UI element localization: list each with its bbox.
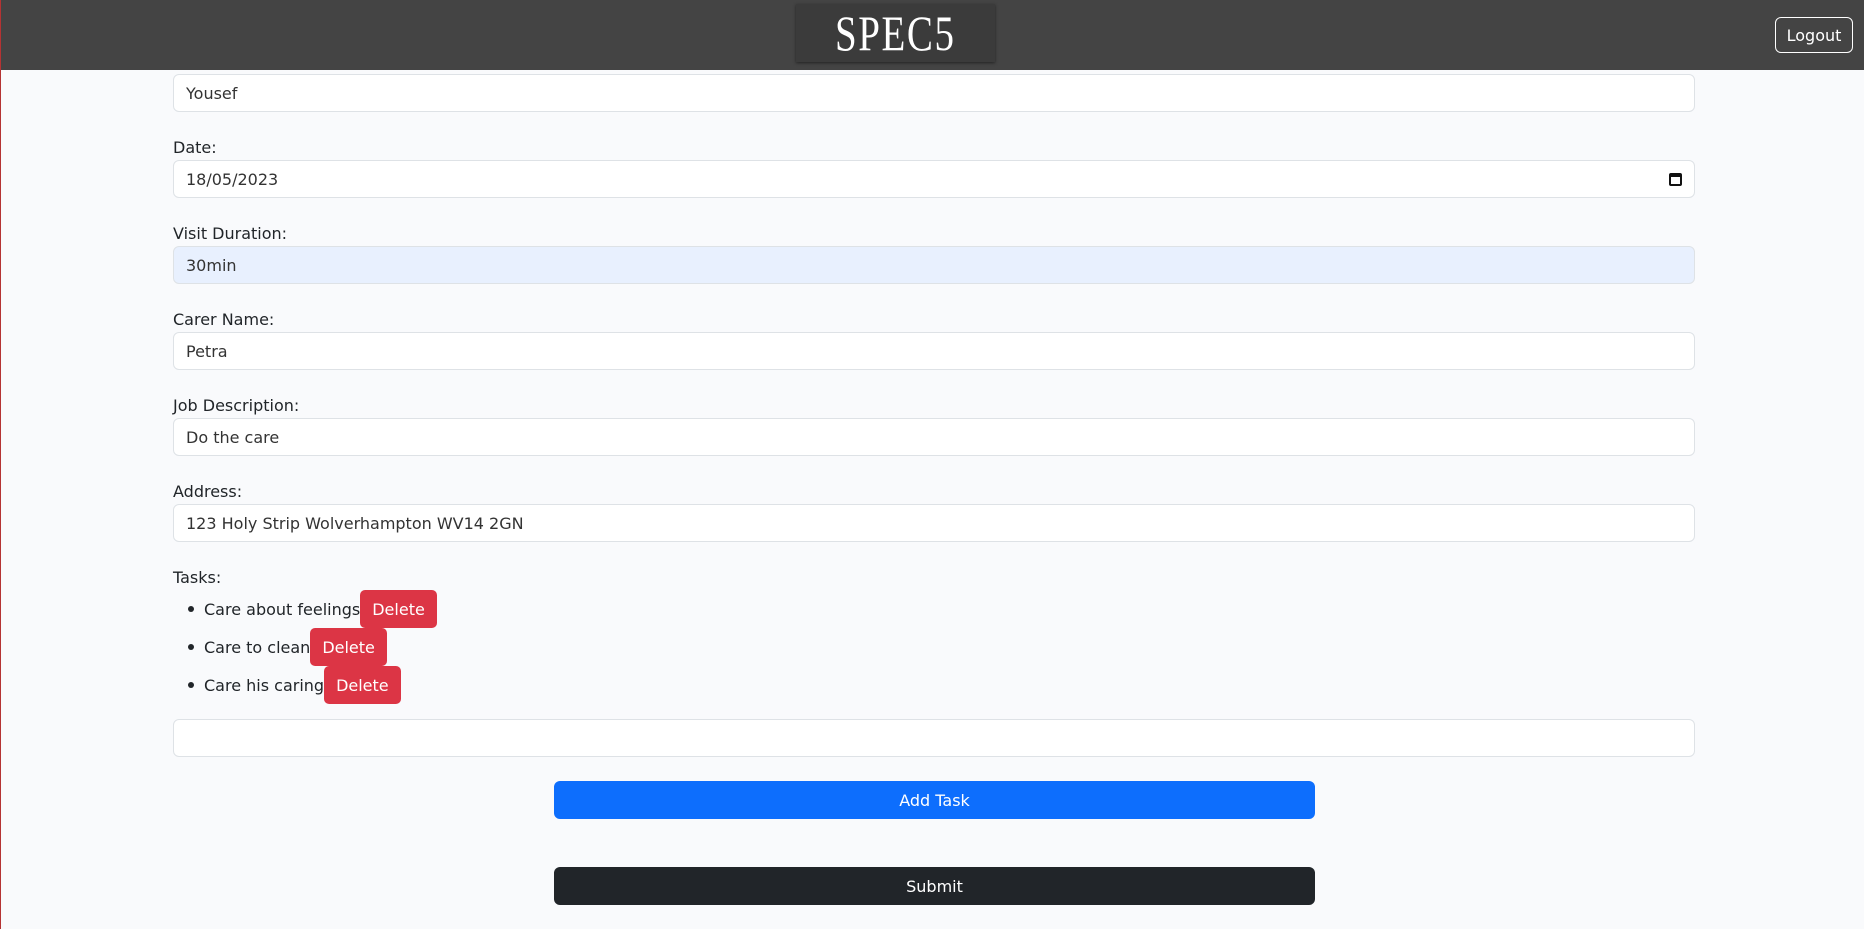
visit-duration-field[interactable]: 30min (173, 246, 1695, 284)
bullet-icon (188, 644, 194, 650)
carer-name-value: Petra (186, 341, 228, 361)
visit-duration-label: Visit Duration: (173, 224, 288, 243)
task-item: Care his caring Delete (173, 666, 401, 704)
top-navbar: SPEC5 Logout (1, 0, 1864, 70)
delete-task-button[interactable]: Delete (360, 590, 437, 628)
carer-name-field[interactable]: Petra (173, 332, 1695, 370)
visit-duration-value: 30min (186, 255, 237, 275)
date-label: Date: (173, 138, 217, 157)
submit-button[interactable]: Submit (554, 867, 1315, 905)
task-text: Care to clean (204, 637, 311, 657)
task-item: Care about feelings Delete (173, 590, 437, 628)
date-value: 18/05/2023 (186, 169, 279, 189)
delete-task-button[interactable]: Delete (324, 666, 401, 704)
address-label: Address: (173, 482, 243, 501)
address-field[interactable]: 123 Holy Strip Wolverhampton WV14 2GN (173, 504, 1695, 542)
date-field[interactable]: 18/05/2023 (173, 160, 1695, 198)
client-name-field[interactable]: Yousef (173, 74, 1695, 112)
task-text: Care about feelings (204, 599, 361, 619)
brand-logo[interactable]: SPEC5 (796, 4, 995, 62)
job-description-value: Do the care (186, 427, 280, 447)
bullet-icon (188, 682, 194, 688)
new-task-input[interactable] (173, 719, 1695, 757)
carer-name-label: Carer Name: (173, 310, 275, 329)
tasks-label: Tasks: (173, 568, 222, 587)
client-name-value: Yousef (186, 83, 238, 103)
job-description-label: Job Description: (173, 396, 300, 415)
bullet-icon (188, 606, 194, 612)
job-description-field[interactable]: Do the care (173, 418, 1695, 456)
delete-task-button[interactable]: Delete (310, 628, 387, 666)
calendar-icon[interactable] (1669, 172, 1682, 186)
add-task-button[interactable]: Add Task (554, 781, 1315, 819)
logout-button[interactable]: Logout (1775, 17, 1853, 53)
task-text: Care his caring (204, 675, 325, 695)
task-item: Care to clean Delete (173, 628, 387, 666)
address-value: 123 Holy Strip Wolverhampton WV14 2GN (186, 513, 524, 533)
